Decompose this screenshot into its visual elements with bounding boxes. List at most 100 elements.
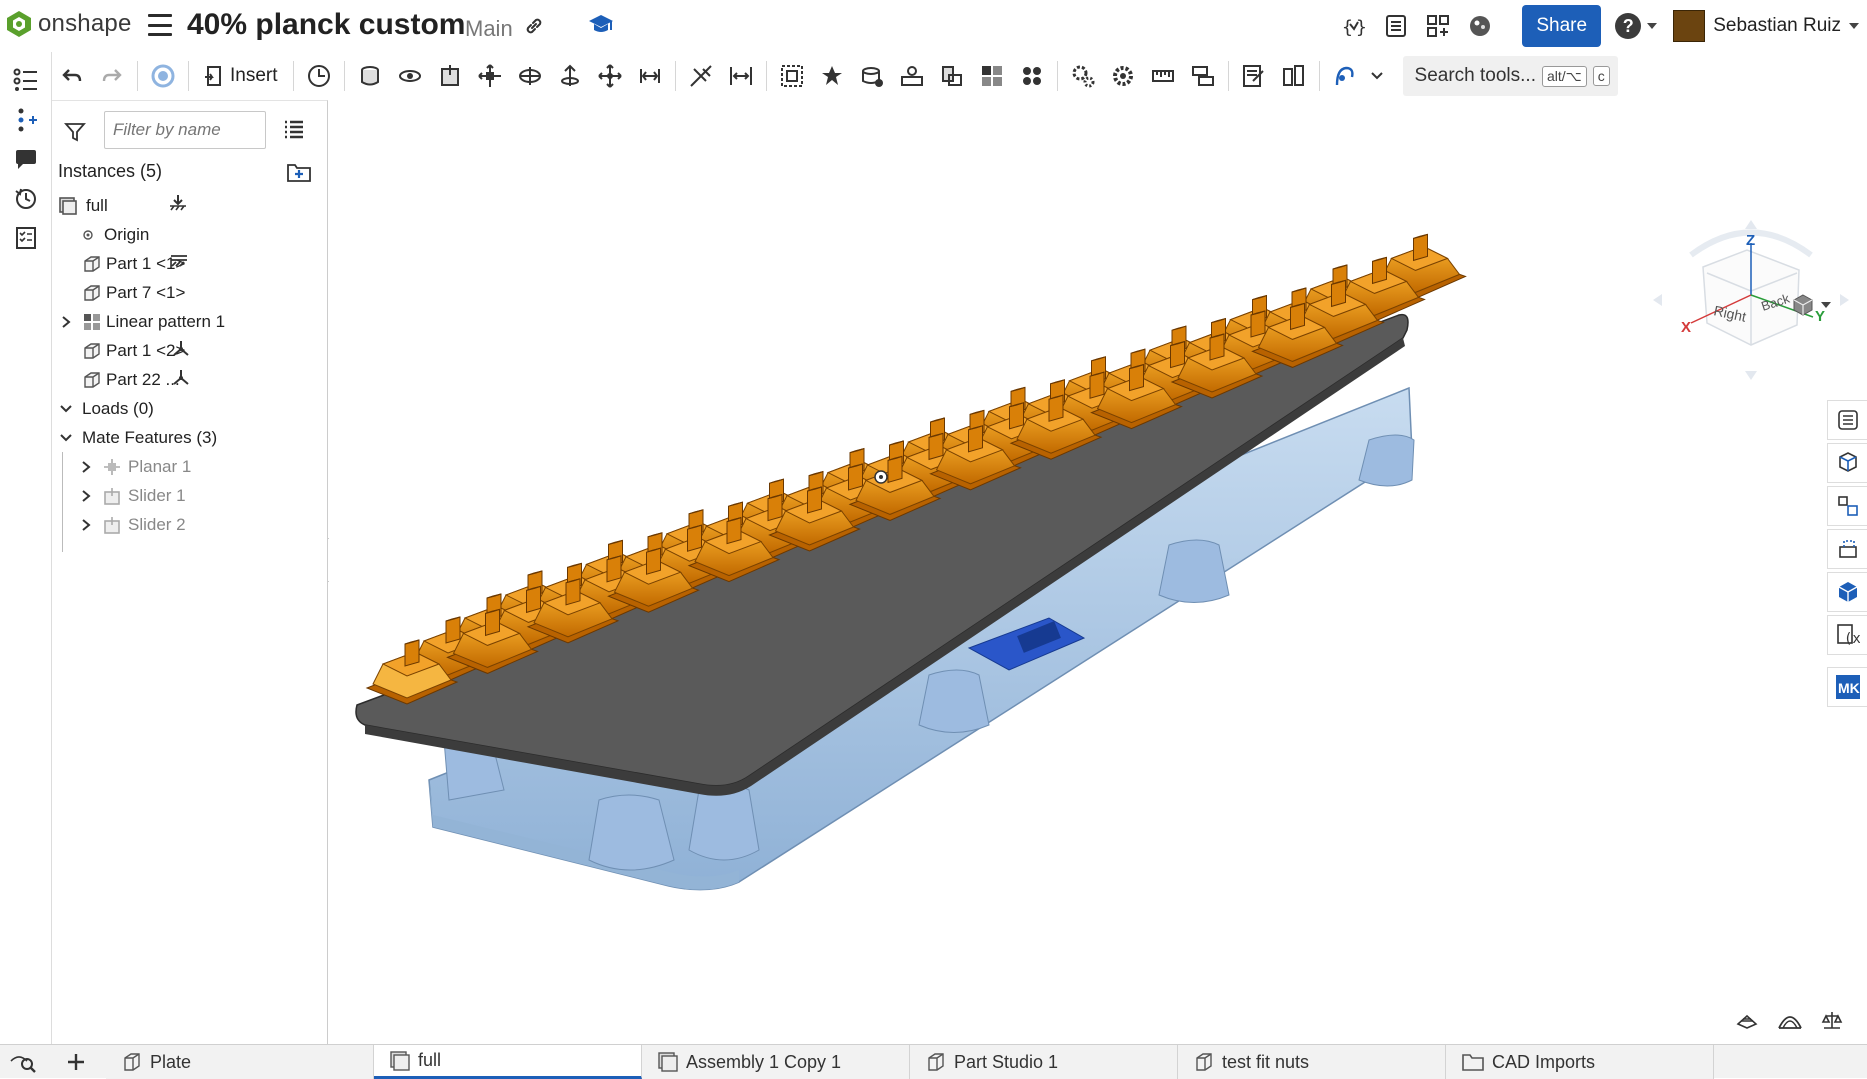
mass-properties-icon[interactable] <box>1183 56 1223 96</box>
tree-item-slider-2[interactable]: Slider 2 <box>52 510 328 540</box>
redo-icon[interactable] <box>92 56 132 96</box>
explode-view-icon[interactable] <box>1234 56 1274 96</box>
tangent-mate-icon[interactable] <box>681 56 721 96</box>
named-positions-icon[interactable] <box>1827 529 1867 569</box>
tab-cad-imports[interactable]: CAD Imports <box>1446 1045 1714 1079</box>
bom-icon[interactable] <box>10 222 42 254</box>
chevron-down-icon <box>1647 23 1658 29</box>
chevron-right-icon[interactable] <box>56 312 76 332</box>
filter-icon[interactable] <box>64 121 86 148</box>
release-checklist-icon[interactable] <box>1382 12 1410 40</box>
gear-tool-icon[interactable] <box>1063 56 1103 96</box>
animate-icon[interactable] <box>1325 56 1365 96</box>
tree-item-planar-1[interactable]: Planar 1 <box>52 452 328 482</box>
insert-parts-icon[interactable] <box>10 104 42 136</box>
tab-test-fit-nuts[interactable]: test fit nuts <box>1178 1045 1446 1079</box>
tree-label: Slider 2 <box>128 515 186 534</box>
fastened-mate-icon[interactable] <box>350 56 390 96</box>
filter-input[interactable] <box>104 111 266 149</box>
slider-mate-icon[interactable] <box>430 56 470 96</box>
tree-item-mate-features[interactable]: Mate Features (3) <box>52 423 328 453</box>
help-menu[interactable]: ? <box>1615 13 1658 39</box>
tree-item-part-7-1[interactable]: Part 7 <1> <box>52 278 328 308</box>
variable-studio-icon[interactable]: {} <box>1340 12 1368 40</box>
cylindrical-mate-icon[interactable] <box>510 56 550 96</box>
chevron-down-icon[interactable] <box>56 428 76 448</box>
measure-tool-icon[interactable] <box>1821 1010 1843 1030</box>
fixed-icon <box>170 254 188 275</box>
screw-relation-icon[interactable] <box>932 56 972 96</box>
feature-list-icon[interactable] <box>10 64 42 96</box>
width-mate-icon[interactable] <box>721 56 761 96</box>
tab-assembly-1-copy-1[interactable]: Assembly 1 Copy 1 <box>642 1045 910 1079</box>
regenerate-icon[interactable] <box>143 56 183 96</box>
render-studio-icon[interactable] <box>1466 12 1494 40</box>
new-folder-icon[interactable] <box>286 161 312 188</box>
replicate-icon[interactable] <box>1012 56 1052 96</box>
tree-item-part-1-1[interactable]: Part 1 <1> <box>52 249 328 279</box>
user-menu[interactable]: Sebastian Ruiz <box>1673 10 1859 42</box>
chevron-right-icon[interactable] <box>76 486 96 506</box>
tab-full[interactable]: full <box>374 1045 642 1079</box>
linear-pattern-icon[interactable] <box>972 56 1012 96</box>
measure-icon[interactable] <box>1143 56 1183 96</box>
document-title[interactable]: 40% planck custom <box>187 8 465 42</box>
tab-plate[interactable]: Plate <box>106 1045 374 1079</box>
revolute-mate-icon[interactable] <box>390 56 430 96</box>
group-icon[interactable] <box>772 56 812 96</box>
insert-button[interactable]: Insert <box>194 56 288 96</box>
tab-bar: Plate full Assembly 1 Copy 1 Part Studio… <box>0 1044 1867 1079</box>
share-button[interactable]: Share <box>1522 5 1602 47</box>
settings-gear-icon[interactable] <box>1103 56 1143 96</box>
variables-panel-icon[interactable]: (x) <box>1827 615 1867 655</box>
chevron-down-icon[interactable] <box>1365 56 1389 96</box>
mate-values-icon[interactable] <box>1827 486 1867 526</box>
instantiate-icon[interactable] <box>299 56 339 96</box>
main-menu-button[interactable] <box>148 14 172 36</box>
exploded-views-icon[interactable] <box>1827 572 1867 612</box>
section-plane-icon[interactable] <box>1735 1010 1759 1030</box>
branch-name[interactable]: Main <box>465 16 513 42</box>
mk-app-icon[interactable]: MK <box>1827 667 1867 707</box>
render-mode-menu[interactable] <box>1791 293 1831 317</box>
search-tools-button[interactable]: Search tools... alt/⌥ c <box>1402 56 1618 96</box>
comments-icon[interactable] <box>10 144 42 176</box>
add-tab-button[interactable] <box>62 1048 90 1076</box>
appearance-panel-icon[interactable] <box>1827 400 1867 440</box>
ball-mate-icon[interactable] <box>590 56 630 96</box>
mate-connector-icon[interactable] <box>812 56 852 96</box>
rack-pinion-icon[interactable] <box>892 56 932 96</box>
folder-icon <box>1462 1054 1484 1071</box>
learning-center-icon[interactable] <box>588 13 614 42</box>
gear-relation-icon[interactable] <box>852 56 892 96</box>
list-view-icon[interactable] <box>284 119 304 144</box>
tree-item-origin[interactable]: Origin <box>52 220 328 250</box>
keyboard-model[interactable] <box>329 100 1827 1044</box>
tree-item-slider-1[interactable]: Slider 1 <box>52 481 328 511</box>
tree-item-part-22[interactable]: Part 22 ... <box>52 365 328 395</box>
undo-icon[interactable] <box>52 56 92 96</box>
toolbar-divider <box>674 61 676 91</box>
configurations-icon[interactable] <box>1827 443 1867 483</box>
tree-item-loads[interactable]: Loads (0) <box>52 394 328 424</box>
history-icon[interactable] <box>10 182 42 214</box>
graphics-viewport[interactable]: Z X Y Right Back <box>329 100 1849 1044</box>
link-icon[interactable] <box>524 16 544 41</box>
chevron-right-icon[interactable] <box>76 457 96 477</box>
tab-search-icon[interactable] <box>10 1051 36 1078</box>
onshape-logo[interactable]: onshape <box>6 10 132 38</box>
pattern-icon <box>82 312 102 332</box>
parallel-mate-icon[interactable] <box>630 56 670 96</box>
tab-part-studio-1[interactable]: Part Studio 1 <box>910 1045 1178 1079</box>
section-view-icon[interactable] <box>1274 56 1314 96</box>
app-store-icon[interactable] <box>1424 12 1452 40</box>
planar-mate-icon[interactable] <box>470 56 510 96</box>
view-angle-icon[interactable] <box>1777 1010 1803 1030</box>
tree-item-part-1-2[interactable]: Part 1 <2> <box>52 336 328 366</box>
tree-item-linear-pattern-1[interactable]: Linear pattern 1 <box>52 307 328 337</box>
chevron-right-icon[interactable] <box>76 515 96 535</box>
chevron-down-icon[interactable] <box>56 399 76 419</box>
tree-item-full[interactable]: full <box>52 191 328 221</box>
pin-slot-mate-icon[interactable] <box>550 56 590 96</box>
assembly-icon <box>658 1052 678 1072</box>
